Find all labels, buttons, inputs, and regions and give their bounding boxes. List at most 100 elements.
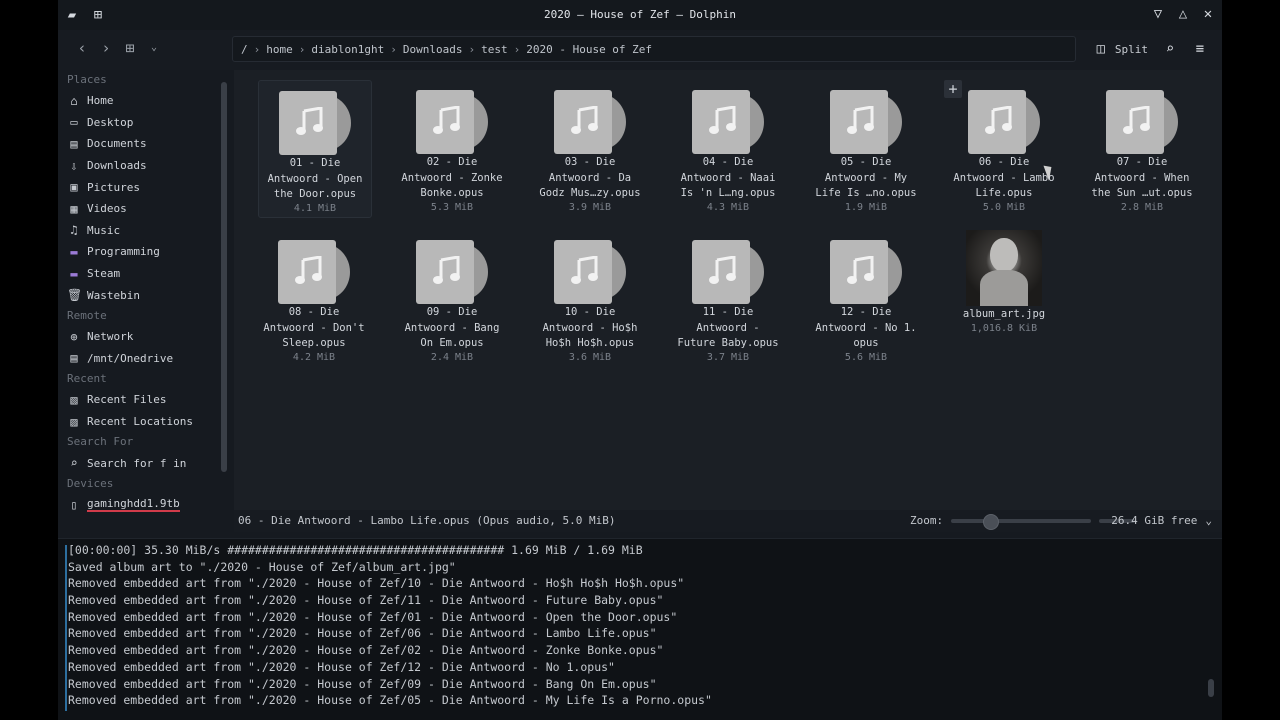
terminal-scrollbar[interactable] — [1208, 679, 1214, 697]
maximize-button[interactable]: △ — [1175, 6, 1191, 22]
zoom-label: Zoom: — [910, 514, 944, 527]
file-name: 03 - Die — [564, 156, 616, 168]
sidebar-item-programming[interactable]: ▬ Programming — [58, 241, 218, 263]
file-item[interactable]: 03 - Die Antwoord - Da Godz Mus…zy.opus 3.9… — [534, 80, 646, 216]
back-button[interactable]: ‹ — [74, 40, 90, 56]
file-name: Is 'n L…ng.opus — [680, 187, 776, 199]
file-item[interactable]: 09 - Die Antwoord - Bang On Em.opus 2.4 MiB — [396, 230, 508, 366]
breadcrumb-home[interactable]: home — [266, 43, 293, 56]
file-item[interactable]: 07 - Die Antwoord - When the Sun …ut.opus 2… — [1086, 80, 1198, 216]
sidebar-item-pictures[interactable]: ▣ Pictures — [58, 176, 218, 198]
sidebar-item-onedrive[interactable]: ▤ /mnt/Onedrive — [58, 348, 218, 370]
split-button[interactable]: ◫ Split — [1093, 41, 1148, 57]
sidebar-item-gaminghdd[interactable]: ▯ gaminghdd1.9tb — [58, 494, 218, 516]
close-button[interactable]: ✕ — [1200, 6, 1216, 22]
file-name: Sleep.opus — [282, 337, 346, 349]
file-size: 4.1 MiB — [293, 202, 337, 214]
file-name: Antwoord - Da — [548, 171, 632, 184]
file-name: Antwoord - Lambo — [953, 171, 1055, 184]
sidebar-item-label: Recent Locations — [87, 415, 193, 429]
sidebar-item-label: Search for f in — [87, 456, 187, 470]
sidebar-item-downloads[interactable]: ⇩ Downloads — [58, 155, 218, 177]
file-name: Antwoord - My — [824, 171, 908, 184]
network-icon: ⊕ — [70, 329, 78, 344]
status-bar: 06 - Die Antwoord - Lambo Life.opus (Opu… — [234, 510, 1222, 532]
free-space[interactable]: 26.4 GiB free ⌄ — [1111, 514, 1212, 527]
audio-file-icon — [1106, 90, 1178, 154]
breadcrumb-user[interactable]: diablon1ght — [311, 43, 384, 56]
search-icon[interactable]: ⌕ — [1162, 41, 1178, 57]
sidebar-item-documents[interactable]: ▤ Documents — [58, 133, 218, 155]
dolphin-window: ▰ ⊞ 2020 — House of Zef — Dolphin ▽ △ ✕ … — [58, 0, 1222, 720]
file-item[interactable]: 06 - Die Antwoord - Lambo Life.opus 5.0 MiB — [948, 80, 1060, 216]
file-name: 12 - Die — [840, 306, 892, 318]
home-icon: ⌂ — [70, 93, 78, 108]
sidebar-item-home[interactable]: ⌂ Home — [58, 90, 218, 112]
file-name: Antwoord - Bang — [404, 321, 500, 334]
file-name: Antwoord - Zonke — [401, 171, 503, 184]
file-item[interactable]: album_art.jpg 1,016.8 KiB — [948, 230, 1060, 366]
recent-files-icon: ▧ — [70, 392, 78, 407]
breadcrumb-root[interactable]: / — [241, 43, 248, 56]
file-name: Antwoord - Open — [267, 172, 363, 185]
folder-icon: ▬ — [70, 266, 78, 281]
sidebar-item-wastebin[interactable]: 🗑 Wastebin — [58, 284, 218, 306]
file-item[interactable]: 04 - Die Antwoord - Naai Is 'n L…ng.opus 4.… — [672, 80, 784, 216]
audio-file-icon — [416, 240, 488, 304]
breadcrumb-current[interactable]: 2020 - House of Zef — [526, 43, 652, 56]
sidebar-item-steam[interactable]: ▬ Steam — [58, 263, 218, 285]
downloads-icon: ⇩ — [70, 158, 78, 173]
file-name: Future Baby.opus — [677, 337, 779, 349]
file-name: Life.opus — [975, 187, 1033, 199]
documents-icon: ▤ — [70, 136, 78, 151]
breadcrumb[interactable]: / › home › diablon1ght › Downloads › tes… — [232, 36, 1076, 62]
sidebar-item-label: Documents — [87, 137, 147, 151]
zoom-slider-handle[interactable] — [983, 514, 1000, 530]
file-size: 3.6 MiB — [568, 351, 612, 363]
sidebar-item-label: gaminghdd1.9tb — [87, 497, 180, 513]
file-item[interactable]: 02 - Die Antwoord - Zonke Bonke.opus 5.3 Mi… — [396, 80, 508, 216]
view-mode-icon[interactable]: ⊞ — [122, 40, 138, 56]
terminal-panel[interactable]: [00:00:00] 35.30 MiB/s #################… — [58, 538, 1222, 720]
audio-file-icon — [968, 90, 1040, 154]
file-name: Ho$h Ho$h.opus — [545, 337, 635, 349]
chevron-down-icon[interactable]: ⌄ — [146, 40, 162, 56]
sidebar-item-recent-files[interactable]: ▧ Recent Files — [58, 389, 218, 411]
sidebar-item-recent-locations[interactable]: ▨ Recent Locations — [58, 411, 218, 433]
file-name: Antwoord - Ho$h — [542, 321, 638, 334]
file-item[interactable]: 05 - Die Antwoord - My Life Is …no.opus 1.9… — [810, 80, 922, 216]
minimize-button[interactable]: ▽ — [1150, 6, 1166, 22]
zoom-slider[interactable] — [951, 514, 1092, 530]
audio-file-icon — [278, 240, 350, 304]
breadcrumb-downloads[interactable]: Downloads — [403, 43, 463, 56]
split-label: Split — [1114, 42, 1148, 56]
file-item[interactable]: 08 - Die Antwoord - Don't Sleep.opus 4.2 Mi… — [258, 230, 370, 366]
scrollbar-thumb[interactable] — [221, 82, 227, 472]
sidebar-item-music[interactable]: ♫ Music — [58, 220, 218, 242]
file-size: 1,016.8 KiB — [970, 322, 1038, 334]
chevron-down-icon: ⌄ — [1205, 514, 1212, 527]
file-item[interactable]: 12 - Die Antwoord - No 1. opus 5.6 MiB — [810, 230, 922, 366]
sidebar-item-network[interactable]: ⊕ Network — [58, 326, 218, 348]
hamburger-menu-icon[interactable]: ≡ — [1192, 41, 1208, 57]
forward-button[interactable]: › — [98, 40, 114, 56]
title-bar: ▰ ⊞ 2020 — House of Zef — Dolphin ▽ △ ✕ — [58, 0, 1222, 30]
sidebar-item-search[interactable]: ⌕ Search for f in — [58, 452, 218, 474]
music-icon: ♫ — [70, 223, 78, 238]
terminal-line: Removed embedded art from "./2020 - Hous… — [68, 593, 664, 608]
file-view[interactable]: + 01 - Die Antwoord - Open the Door.opus 4.… — [234, 70, 1222, 510]
file-name: album_art.jpg — [962, 308, 1046, 320]
file-item[interactable]: 01 - Die Antwoord - Open the Door.opus 4.1 … — [258, 80, 372, 218]
file-size: 2.4 MiB — [430, 351, 474, 363]
sidebar-item-videos[interactable]: ▦ Videos — [58, 198, 218, 220]
sidebar-item-label: Downloads — [87, 159, 147, 173]
breadcrumb-test[interactable]: test — [481, 43, 508, 56]
sidebar-item-label: Programming — [87, 245, 160, 259]
file-item[interactable]: 10 - Die Antwoord - Ho$h Ho$h Ho$h.opus 3.6… — [534, 230, 646, 366]
file-name: 05 - Die — [840, 156, 892, 168]
free-space-label: 26.4 GiB free — [1111, 514, 1198, 527]
sidebar-item-desktop[interactable]: ▭ Desktop — [58, 112, 218, 134]
file-item[interactable]: 11 - Die Antwoord - Future Baby.opus 3.7 Mi… — [672, 230, 784, 366]
terminal-line: [00:00:00] 35.30 MiB/s #################… — [68, 543, 643, 557]
sidebar-scrollbar[interactable] — [218, 70, 232, 532]
